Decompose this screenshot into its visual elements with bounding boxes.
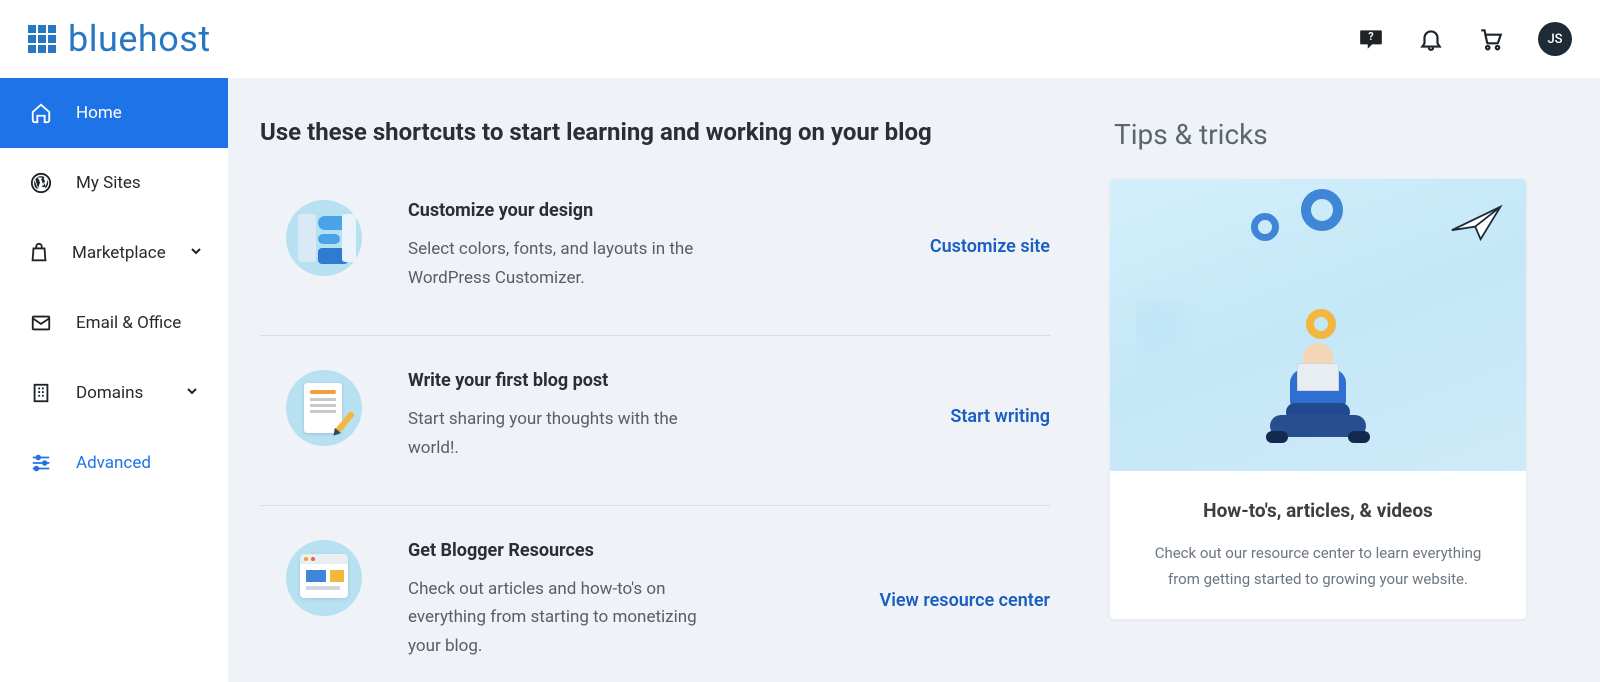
brand-grid-icon — [28, 25, 56, 53]
chevron-down-icon — [188, 243, 204, 264]
sidebar-item-domains[interactable]: Domains — [0, 358, 228, 428]
start-writing-link[interactable]: Start writing — [950, 406, 1050, 427]
building-icon — [28, 382, 54, 404]
customize-icon — [286, 200, 362, 276]
shortcut-desc: Select colors, fonts, and layouts in the… — [408, 235, 718, 293]
sidebar-item-email-office[interactable]: Email & Office — [0, 288, 228, 358]
tips-panel: Tips & tricks — [1110, 118, 1526, 682]
tips-desc: Check out our resource center to learn e… — [1138, 540, 1498, 593]
sidebar-item-marketplace[interactable]: Marketplace — [0, 218, 228, 288]
view-resource-center-link[interactable]: View resource center — [880, 590, 1051, 611]
brand-text: bluehost — [68, 18, 211, 60]
help-chat-icon[interactable]: ? — [1358, 26, 1384, 52]
sidebar-item-my-sites[interactable]: My Sites — [0, 148, 228, 218]
sidebar: Home My Sites Marketplace Email & Office — [0, 78, 228, 682]
page-title: Use these shortcuts to start learning an… — [260, 118, 1050, 146]
top-actions: ? JS — [1358, 22, 1572, 56]
shortcut-row: Write your first blog post Start sharing… — [260, 336, 1050, 506]
shortcut-title: Customize your design — [408, 200, 906, 221]
sidebar-item-label: Domains — [76, 383, 143, 403]
shortcuts-panel: Use these shortcuts to start learning an… — [260, 118, 1050, 682]
tips-card[interactable]: How-to's, articles, & videos Check out o… — [1110, 179, 1526, 619]
avatar[interactable]: JS — [1538, 22, 1572, 56]
sidebar-item-advanced[interactable]: Advanced — [0, 428, 228, 498]
home-icon — [28, 102, 54, 124]
shortcut-row: Customize your design Select colors, fon… — [260, 194, 1050, 336]
top-bar: bluehost ? JS — [0, 0, 1600, 78]
customize-site-link[interactable]: Customize site — [930, 236, 1050, 257]
shortcut-desc: Start sharing your thoughts with the wor… — [408, 405, 718, 463]
shortcut-title: Write your first blog post — [408, 370, 926, 391]
shortcut-title: Get Blogger Resources — [408, 540, 856, 561]
mail-icon — [28, 312, 54, 334]
brand-logo[interactable]: bluehost — [28, 18, 211, 60]
svg-text:?: ? — [1368, 30, 1373, 43]
main-content: Use these shortcuts to start learning an… — [228, 78, 1600, 682]
sidebar-item-label: My Sites — [76, 173, 141, 193]
sidebar-item-label: Email & Office — [76, 313, 181, 333]
sidebar-item-label: Advanced — [76, 453, 151, 473]
tips-heading: How-to's, articles, & videos — [1134, 499, 1502, 522]
sliders-icon — [28, 452, 54, 474]
notifications-icon[interactable] — [1418, 26, 1444, 52]
tips-illustration — [1110, 179, 1526, 471]
sidebar-item-label: Home — [76, 103, 122, 123]
shortcut-desc: Check out articles and how-to's on every… — [408, 575, 718, 662]
cart-icon[interactable] — [1478, 26, 1504, 52]
sidebar-item-home[interactable]: Home — [0, 78, 228, 148]
shortcut-row: Get Blogger Resources Check out articles… — [260, 506, 1050, 682]
write-post-icon — [286, 370, 362, 446]
resources-icon — [286, 540, 362, 616]
bag-icon — [28, 242, 50, 264]
wordpress-icon — [28, 172, 54, 194]
tips-title: Tips & tricks — [1114, 118, 1526, 151]
sidebar-item-label: Marketplace — [72, 243, 166, 263]
chevron-down-icon — [184, 383, 200, 404]
